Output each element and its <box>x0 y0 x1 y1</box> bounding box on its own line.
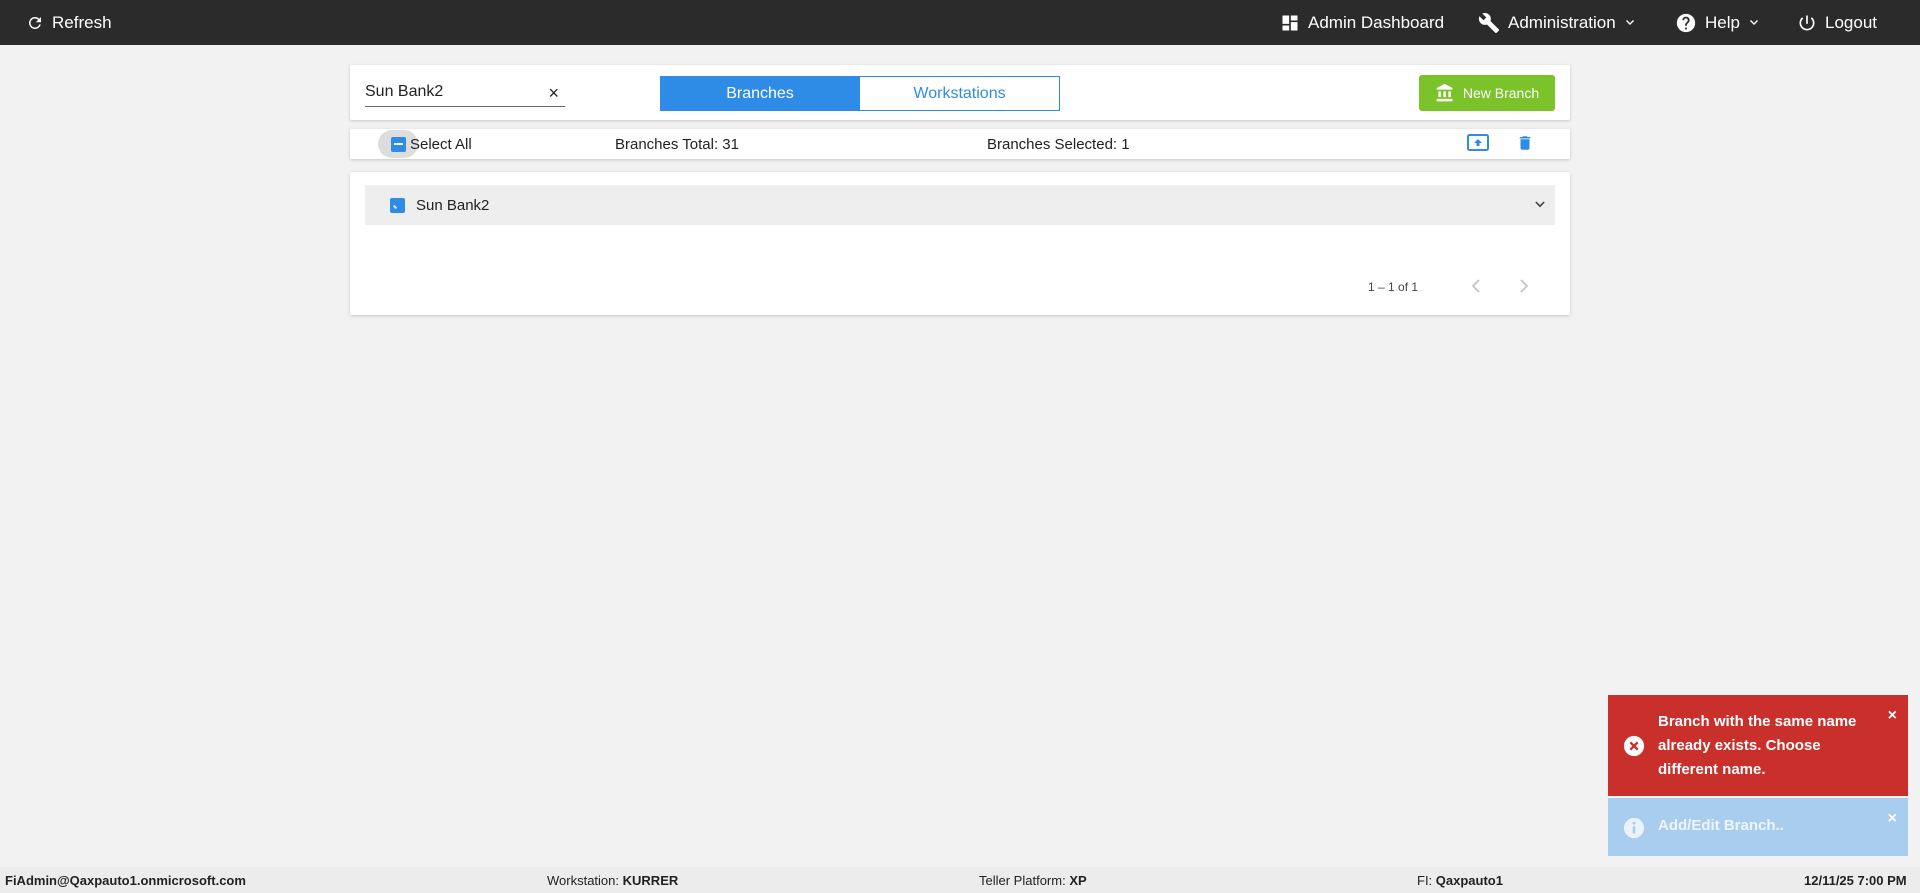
select-all-checkbox[interactable] <box>390 136 406 152</box>
top-nav-bar: Refresh Admin Dashboard Administration H… <box>0 0 1920 45</box>
footer-user: FiAdmin@Qaxpauto1.onmicrosoft.com <box>5 873 246 888</box>
view-toggle: Branches Workstations <box>660 76 1060 111</box>
footer-teller-platform: Teller Platform: XP <box>979 873 1087 888</box>
upload-icon[interactable] <box>1467 133 1489 158</box>
help-menu[interactable]: Help <box>1675 0 1760 45</box>
fi-label: FI: <box>1417 873 1433 888</box>
search-input[interactable] <box>365 81 535 103</box>
chevron-down-icon[interactable] <box>1533 198 1547 212</box>
logout-label: Logout <box>1825 12 1877 32</box>
selection-toolbar: Select All Branches Total: 31 Branches S… <box>350 129 1570 159</box>
tab-branches[interactable]: Branches <box>660 76 860 111</box>
teller-platform-label: Teller Platform: <box>979 873 1066 888</box>
close-icon[interactable]: × <box>1888 708 1897 724</box>
delete-icon[interactable] <box>1516 132 1534 159</box>
list-item[interactable]: Sun Bank2 <box>365 185 1555 225</box>
close-icon[interactable]: × <box>1888 811 1897 827</box>
branch-checkbox[interactable] <box>390 197 405 213</box>
help-icon <box>1676 13 1696 32</box>
chevron-down-icon <box>1749 19 1758 25</box>
chevron-right-icon[interactable] <box>1517 278 1531 294</box>
workstation-label: Workstation: <box>547 873 620 888</box>
refresh-icon <box>29 16 41 29</box>
branches-selected: Branches Selected: 1 <box>987 136 1130 153</box>
fi-value: Qaxpauto1 <box>1435 873 1503 888</box>
info-icon <box>1623 817 1645 839</box>
clear-search-icon[interactable]: × <box>548 84 559 102</box>
footer-fi: FI: Qaxpauto1 <box>1417 873 1503 888</box>
teller-platform-value: XP <box>1069 873 1087 888</box>
logout-button[interactable]: Logout <box>1797 0 1877 45</box>
refresh-button[interactable]: Refresh <box>26 0 112 45</box>
workstation-value: KURRER <box>622 873 679 888</box>
power-icon <box>1799 15 1815 30</box>
dashboard-icon <box>1282 15 1298 30</box>
chevron-left-icon[interactable] <box>1469 278 1483 294</box>
branches-total: Branches Total: 31 <box>615 136 739 153</box>
pagination-range: 1 – 1 of 1 <box>1368 280 1419 294</box>
new-branch-label: New Branch <box>1462 85 1540 101</box>
info-toast-message: Add/Edit Branch.. <box>1658 817 1784 834</box>
branch-list-panel: Sun Bank2 1 – 1 of 1 <box>350 172 1570 315</box>
select-all-label[interactable]: Select All <box>410 136 472 153</box>
admin-dashboard-link[interactable]: Admin Dashboard <box>1280 0 1444 45</box>
error-toast-message: Branch with the same name already exists… <box>1658 713 1857 778</box>
chevron-down-icon <box>1625 19 1634 25</box>
help-label: Help <box>1705 12 1740 32</box>
search-panel: × Branches Workstations New Branch <box>350 65 1570 120</box>
administration-menu[interactable]: Administration <box>1478 0 1636 45</box>
admin-dashboard-label: Admin Dashboard <box>1308 12 1445 32</box>
error-circle-icon <box>1623 735 1645 757</box>
administration-label: Administration <box>1508 12 1616 32</box>
branch-name: Sun Bank2 <box>416 196 490 214</box>
footer-datetime: 12/11/25 7:00 PM <box>1804 873 1907 888</box>
wrench-icon <box>1478 12 1500 33</box>
tab-workstations[interactable]: Workstations <box>860 76 1060 111</box>
status-bar: FiAdmin@Qaxpauto1.onmicrosoft.com Workst… <box>0 867 1920 893</box>
bank-icon <box>1436 83 1453 102</box>
footer-workstation: Workstation: KURRER <box>547 873 678 888</box>
select-all[interactable]: Select All <box>378 130 472 158</box>
new-branch-button[interactable]: New Branch <box>1419 75 1555 111</box>
error-toast: Branch with the same name already exists… <box>1608 695 1908 796</box>
search-field: × <box>365 81 565 107</box>
refresh-label: Refresh <box>52 12 112 32</box>
info-toast: Add/Edit Branch.. × <box>1608 798 1908 856</box>
